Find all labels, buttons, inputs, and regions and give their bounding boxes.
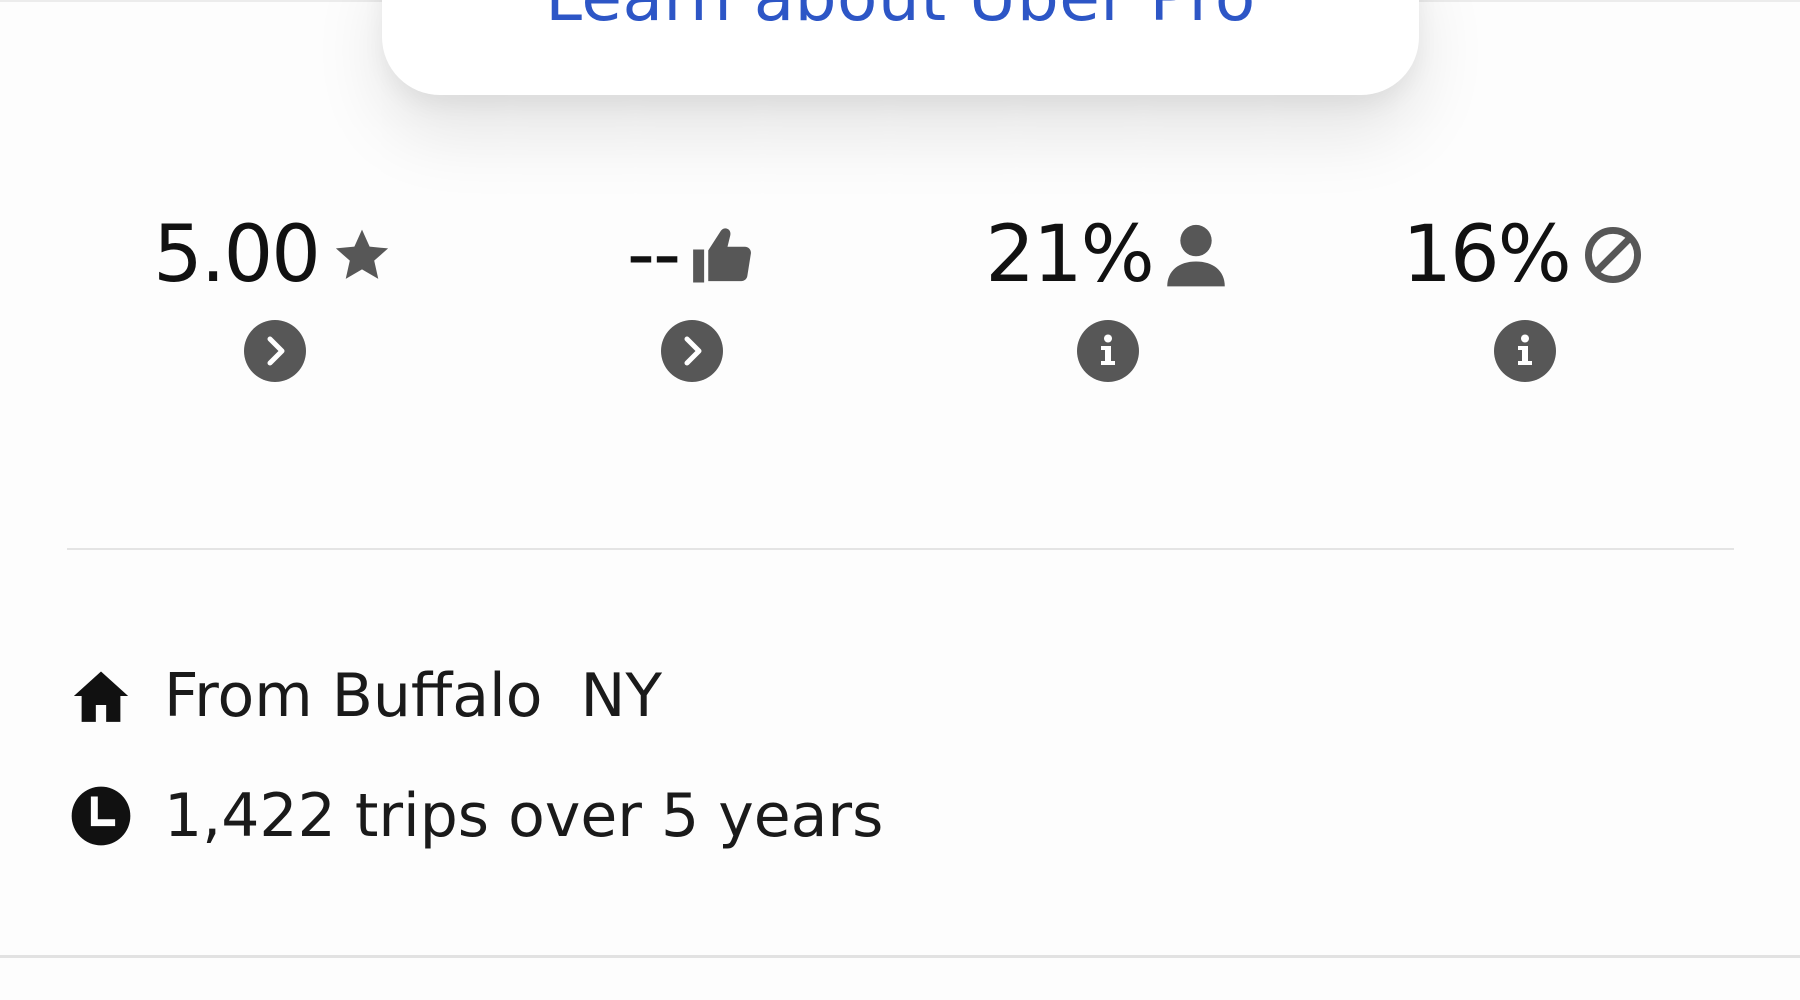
chevron-right-icon bbox=[684, 336, 702, 366]
hometown-row: From Buffalo NY bbox=[68, 656, 662, 736]
acceptance-rate-value: 21% bbox=[985, 210, 1154, 300]
trips-row: 1,422 trips over 5 years bbox=[68, 776, 883, 856]
star-icon bbox=[327, 220, 397, 290]
compliments-details-button[interactable] bbox=[661, 320, 723, 382]
stat-compliments: -- bbox=[482, 208, 902, 388]
rating-details-button[interactable] bbox=[244, 320, 306, 382]
driver-profile-screen: Learn about Uber Pro 5.00 -- bbox=[0, 0, 1800, 1000]
chevron-right-icon bbox=[267, 336, 285, 366]
thumbs-up-icon bbox=[687, 220, 757, 290]
learn-uber-pro-button[interactable]: Learn about Uber Pro bbox=[382, 0, 1419, 95]
home-icon bbox=[68, 663, 134, 729]
acceptance-rate-info-button[interactable] bbox=[1077, 320, 1139, 382]
bottom-divider bbox=[0, 955, 1800, 958]
stat-cancellation-rate: 16% bbox=[1315, 208, 1735, 388]
cancellation-rate-info-button[interactable] bbox=[1494, 320, 1556, 382]
cancel-icon bbox=[1578, 220, 1648, 290]
stat-acceptance-rate: 21% bbox=[898, 208, 1318, 388]
info-icon bbox=[1101, 334, 1115, 365]
clock-icon bbox=[68, 783, 134, 849]
stats-row: 5.00 -- 21% 16% bbox=[0, 208, 1800, 388]
hometown-text: From Buffalo NY bbox=[164, 661, 663, 731]
compliments-value: -- bbox=[626, 210, 681, 300]
person-icon bbox=[1161, 220, 1231, 290]
section-divider bbox=[67, 548, 1734, 550]
stat-rating: 5.00 bbox=[65, 208, 485, 388]
learn-uber-pro-label: Learn about Uber Pro bbox=[545, 0, 1255, 31]
trips-text: 1,422 trips over 5 years bbox=[164, 781, 884, 851]
info-icon bbox=[1518, 334, 1532, 365]
rating-value: 5.00 bbox=[153, 210, 321, 300]
cancellation-rate-value: 16% bbox=[1402, 210, 1571, 300]
